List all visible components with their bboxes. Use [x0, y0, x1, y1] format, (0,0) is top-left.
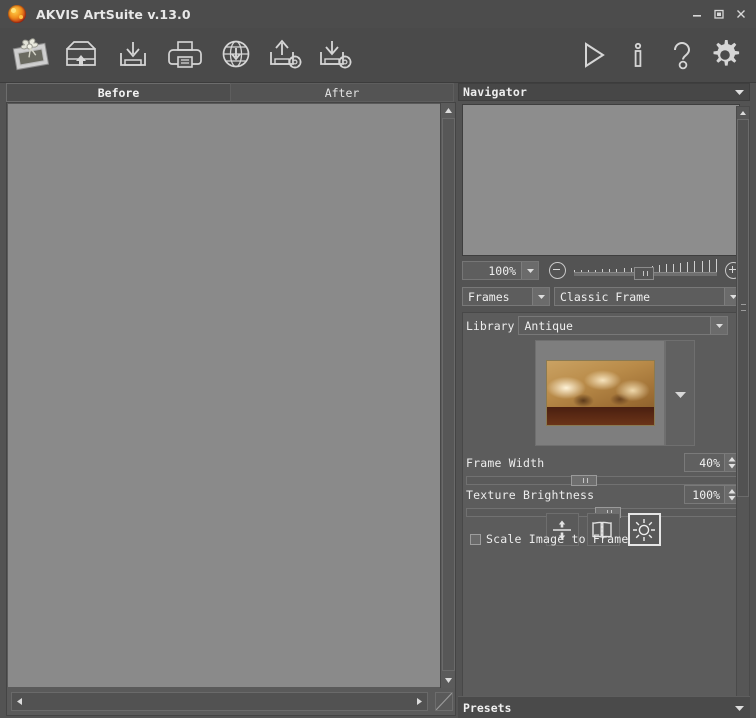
library-row: Library Antique [466, 316, 728, 335]
presets-panel-header[interactable]: Presets [458, 696, 750, 718]
frame-width-spinner[interactable]: 40% [684, 453, 740, 472]
tab-before[interactable]: Before [6, 83, 231, 102]
print-image-icon[interactable] [162, 32, 208, 78]
image-view-tabs: Before After [6, 83, 454, 102]
chevron-down-icon[interactable] [532, 288, 549, 305]
effect-type-value: Classic Frame [560, 289, 651, 304]
canvas-hscroll-track[interactable] [11, 692, 428, 711]
right-panel-scroll-thumb[interactable] [737, 119, 749, 497]
frame-settings-box: Library Antique Frame Width 40% Texture … [462, 312, 742, 697]
library-dropdown[interactable]: Antique [518, 316, 728, 335]
brightness-sun-icon[interactable] [627, 513, 661, 546]
antique-frame-thumbnail[interactable] [545, 360, 655, 426]
navigator-preview[interactable] [462, 104, 740, 256]
zoom-level-value: 100% [488, 263, 517, 278]
artsuite-app-icon [8, 5, 26, 23]
effect-type-dropdown[interactable]: Classic Frame [554, 287, 742, 306]
maximize-icon[interactable] [708, 3, 730, 25]
texture-brightness-value: 100% [692, 487, 720, 502]
chevron-down-icon[interactable] [734, 701, 745, 715]
image-canvas-area [6, 102, 456, 716]
scale-image-to-frame-label: Scale Image to Frame [486, 532, 629, 546]
effect-group-dropdown[interactable]: Frames [462, 287, 550, 306]
effect-selectors: Frames Classic Frame [462, 287, 742, 306]
library-label: Library [466, 318, 515, 333]
chevron-down-icon[interactable] [710, 317, 727, 334]
open-image-icon[interactable] [58, 32, 104, 78]
image-canvas[interactable] [8, 104, 441, 687]
help-icon[interactable] [659, 32, 705, 78]
scroll-left-icon[interactable] [12, 697, 27, 706]
zoom-slider-thumb[interactable] [633, 267, 654, 280]
right-panel-scrollbar[interactable] [736, 106, 750, 710]
texture-brightness-label: Texture Brightness [466, 487, 595, 502]
chevron-down-icon[interactable] [734, 85, 745, 99]
frame-width-slider-block: Frame Width 40% [466, 453, 740, 486]
effect-group-value: Frames [468, 289, 510, 304]
new-frame-image-icon[interactable] [8, 32, 54, 78]
window-resize-grip[interactable] [435, 692, 453, 711]
frame-gallery-expand-button[interactable] [665, 340, 695, 446]
navigator-title: Navigator [463, 85, 528, 99]
library-value: Antique [524, 318, 573, 333]
chevron-down-icon[interactable] [674, 384, 687, 403]
zoom-level-dropdown[interactable]: 100% [462, 261, 540, 280]
frame-preview-area[interactable] [535, 340, 665, 446]
right-panel: Navigator 100% Frames Classic Frame Libr… [458, 83, 750, 716]
minimize-icon[interactable] [686, 3, 708, 25]
publish-web-icon[interactable] [213, 32, 259, 78]
artsuite-window: AKVIS ArtSuite v.13.0 Before After Navig… [0, 0, 756, 718]
scale-image-to-frame-checkbox[interactable] [470, 533, 481, 545]
scroll-right-icon[interactable] [412, 697, 427, 706]
tab-after[interactable]: After [230, 83, 454, 102]
scroll-up-icon[interactable] [737, 107, 749, 119]
scale-image-to-frame-row[interactable]: Scale Image to Frame [470, 532, 628, 546]
texture-brightness-spinner[interactable]: 100% [684, 485, 740, 504]
presets-title: Presets [463, 700, 512, 715]
save-image-icon[interactable] [110, 32, 156, 78]
title-bar: AKVIS ArtSuite v.13.0 [0, 0, 756, 29]
frame-width-label: Frame Width [466, 455, 545, 470]
preferences-gear-icon[interactable] [702, 32, 748, 78]
zoom-slider[interactable] [573, 259, 717, 280]
load-preset-icon[interactable] [262, 32, 308, 78]
navigator-panel-header[interactable]: Navigator [458, 83, 750, 101]
info-icon[interactable] [615, 32, 661, 78]
frame-width-track[interactable] [466, 475, 740, 486]
main-toolbar [0, 28, 756, 83]
canvas-vertical-scrollbar[interactable] [440, 103, 455, 688]
chevron-down-icon[interactable] [521, 262, 539, 279]
run-icon[interactable] [570, 32, 616, 78]
canvas-horizontal-scrollbar[interactable] [7, 688, 455, 715]
scroll-down-icon[interactable] [441, 673, 456, 688]
minus-circle-icon[interactable] [549, 262, 566, 279]
save-preset-icon[interactable] [312, 32, 358, 78]
close-icon[interactable] [730, 3, 752, 25]
canvas-vscroll-thumb[interactable] [442, 118, 455, 671]
window-title: AKVIS ArtSuite v.13.0 [36, 6, 191, 22]
zoom-controls: 100% [462, 259, 742, 280]
window-controls [686, 0, 752, 28]
scroll-up-icon[interactable] [441, 103, 456, 118]
frame-width-value: 40% [699, 455, 720, 470]
